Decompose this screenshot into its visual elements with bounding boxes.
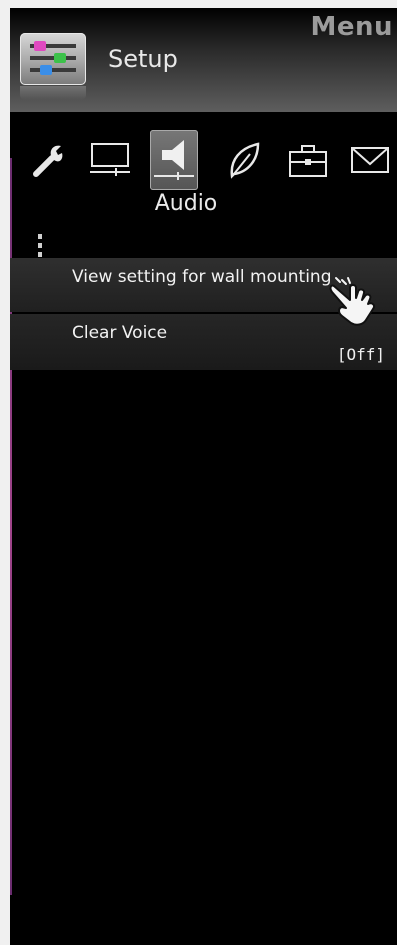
sliders-icon (20, 33, 86, 85)
tab-setup[interactable] (284, 130, 332, 190)
speaker-icon (154, 140, 194, 180)
envelope-icon (351, 147, 389, 173)
section-label: Setup (108, 45, 178, 73)
wrench-icon (33, 145, 63, 177)
briefcase-icon (289, 145, 327, 177)
hand-pointer-icon (329, 277, 376, 326)
tab-tools[interactable] (24, 130, 72, 190)
active-tab-caption: Audio (154, 191, 218, 216)
scroll-up-indicator (38, 234, 42, 261)
menu-item-label: Clear Voice (72, 323, 168, 343)
tab-audio[interactable] (150, 130, 198, 190)
leaf-icon (230, 142, 260, 179)
monitor-icon (90, 143, 130, 176)
tab-eco[interactable] (220, 130, 268, 190)
tab-messages[interactable] (346, 130, 394, 190)
menu-item-label: View setting for wall mounting (72, 267, 332, 287)
sliders-icon-reflection (20, 86, 86, 100)
category-tabs (24, 130, 394, 194)
setup-menu-panel: Menu Setup Audio View setting for wall m… (10, 8, 397, 945)
tab-picture[interactable] (86, 130, 134, 190)
menu-header: Menu Setup (10, 8, 397, 112)
menu-title: Menu (310, 12, 393, 42)
menu-item-value: [Off] (336, 345, 385, 364)
